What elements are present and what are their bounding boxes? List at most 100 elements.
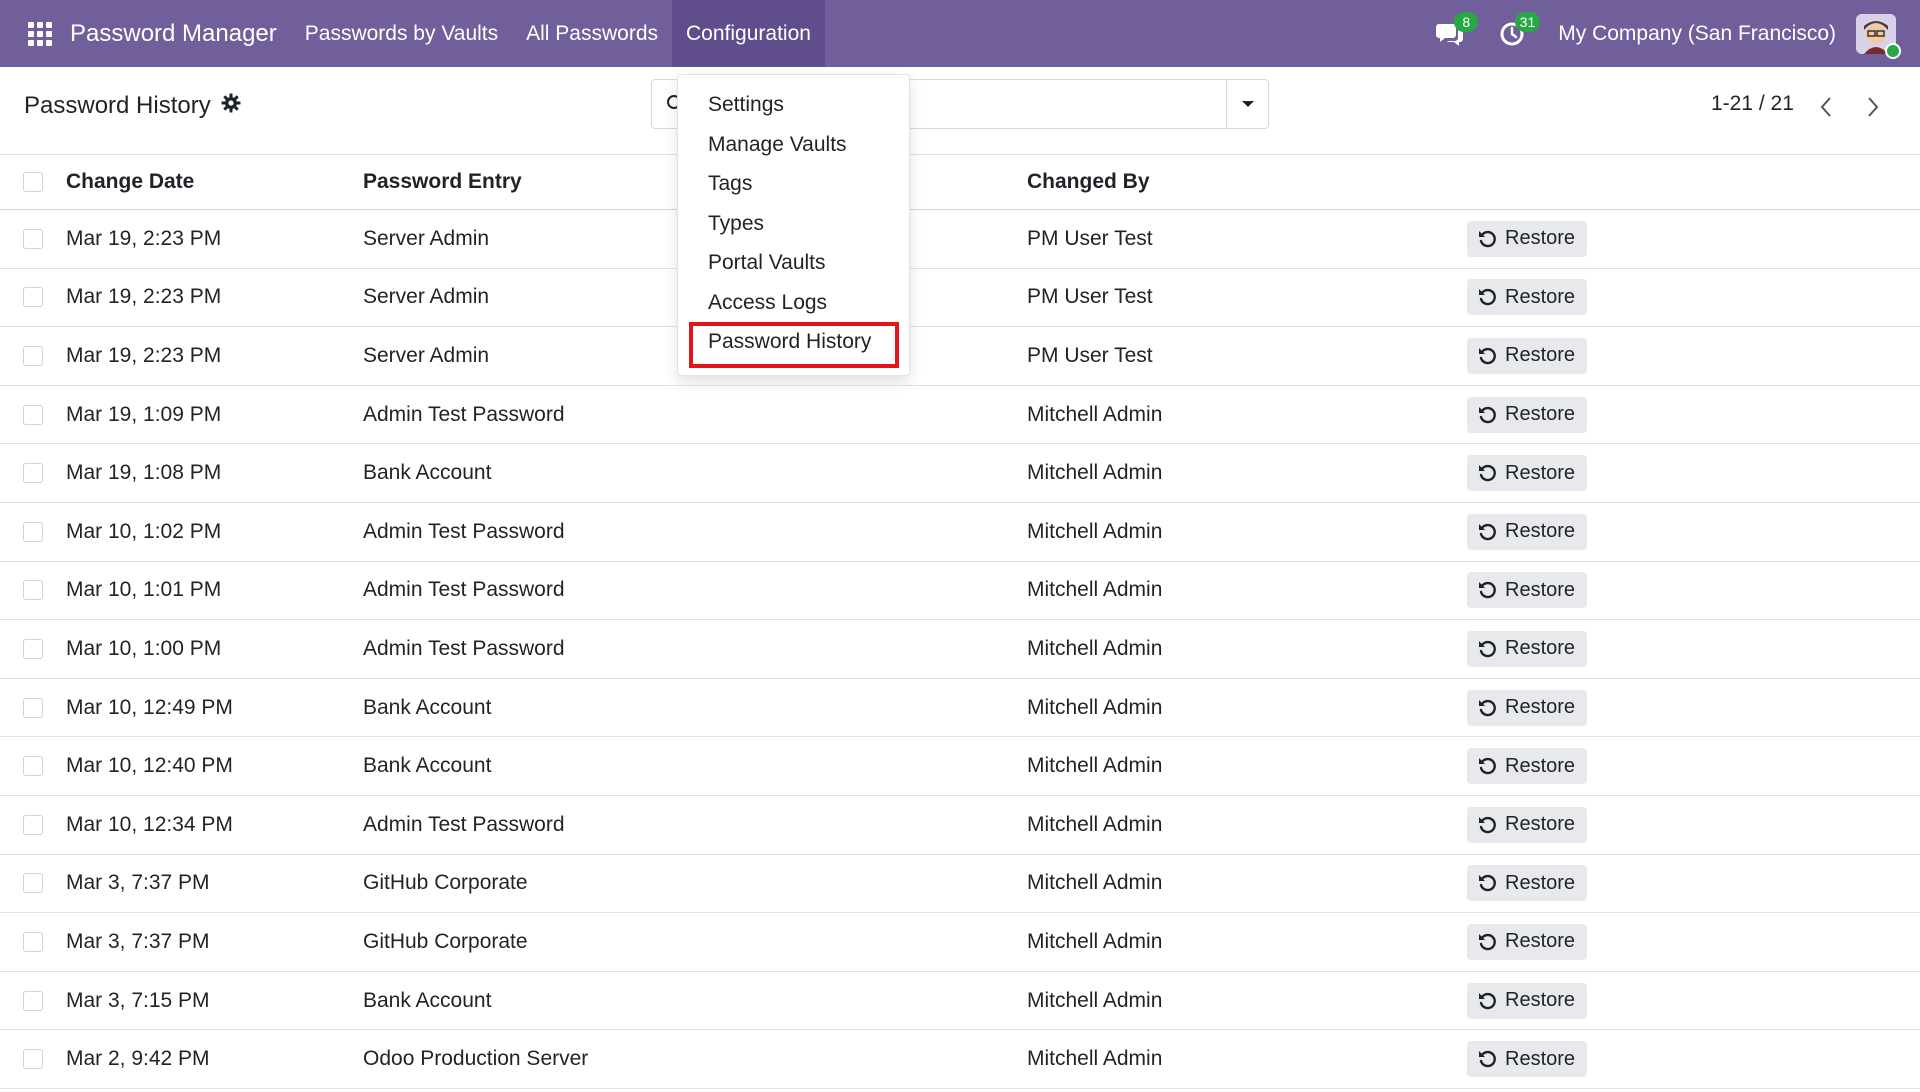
column-header-change-date[interactable]: Change Date [66,155,194,209]
restore-button[interactable]: Restore [1467,923,1588,960]
pager-previous-button[interactable] [1808,89,1844,125]
changed-by-cell: Mitchell Admin [1027,695,1163,719]
restore-icon [1479,816,1496,833]
column-header-password-entry[interactable]: Password Entry [363,155,522,209]
table-row[interactable]: Mar 10, 1:01 PM Admin Test Password Mitc… [0,562,1920,621]
restore-button[interactable]: Restore [1467,982,1588,1019]
changed-by-cell: Mitchell Admin [1027,461,1163,485]
restore-label: Restore [1505,754,1576,777]
table-row[interactable]: Mar 19, 2:23 PM Server Admin PM User Tes… [0,269,1920,328]
page-title: Password History [24,92,211,119]
nav-configuration[interactable]: Configuration [672,0,825,67]
activities-button[interactable]: 31 [1490,11,1541,56]
chevron-left-icon [1820,97,1831,117]
menu-item-tags[interactable]: Tags [708,168,752,200]
password-entry-cell: Bank Account [363,988,492,1012]
select-all-checkbox[interactable] [23,172,43,192]
row-checkbox[interactable] [23,404,43,425]
gear-icon[interactable] [221,92,241,120]
restore-button[interactable]: Restore [1467,865,1588,902]
change-date-cell: Mar 10, 12:49 PM [66,695,233,719]
restore-button[interactable]: Restore [1467,337,1588,374]
restore-button[interactable]: Restore [1467,1041,1588,1078]
password-entry-cell: Bank Account [363,695,492,719]
restore-button[interactable]: Restore [1467,396,1588,433]
table-row[interactable]: Mar 10, 1:02 PM Admin Test Password Mitc… [0,503,1920,562]
restore-button[interactable]: Restore [1467,572,1588,609]
restore-label: Restore [1505,461,1576,484]
changed-by-cell: PM User Test [1027,285,1153,309]
restore-icon [1479,289,1496,306]
restore-button[interactable]: Restore [1467,279,1588,316]
restore-button[interactable]: Restore [1467,513,1588,550]
change-date-cell: Mar 19, 1:08 PM [66,461,222,485]
messages-button[interactable]: 8 [1428,11,1479,56]
row-checkbox[interactable] [23,345,43,366]
table-row[interactable]: Mar 19, 2:23 PM Server Admin PM User Tes… [0,210,1920,269]
pager-value[interactable]: 1-21 / 21 [1711,92,1794,116]
table-row[interactable]: Mar 2, 9:42 PM Odoo Production Server Mi… [0,1030,1920,1089]
restore-label: Restore [1505,578,1576,601]
restore-button[interactable]: Restore [1467,689,1588,726]
password-entry-cell: Admin Test Password [363,636,565,660]
row-checkbox[interactable] [23,873,43,894]
row-checkbox[interactable] [23,287,43,308]
changed-by-cell: Mitchell Admin [1027,578,1163,602]
menu-item-portal-vaults[interactable]: Portal Vaults [708,247,826,279]
row-checkbox[interactable] [23,638,43,659]
password-entry-cell: Admin Test Password [363,402,565,426]
pager-next-button[interactable] [1855,89,1891,125]
user-avatar[interactable] [1856,13,1901,59]
table-row[interactable]: Mar 19, 1:09 PM Admin Test Password Mitc… [0,386,1920,445]
column-header-changed-by[interactable]: Changed By [1027,155,1150,209]
row-checkbox[interactable] [23,463,43,484]
table-row[interactable]: Mar 10, 12:34 PM Admin Test Password Mit… [0,796,1920,855]
table-row[interactable]: Mar 19, 1:08 PM Bank Account Mitchell Ad… [0,444,1920,503]
restore-button[interactable]: Restore [1467,455,1588,492]
search-options-toggle[interactable] [1226,80,1268,128]
row-checkbox[interactable] [23,931,43,952]
row-checkbox[interactable] [23,756,43,777]
restore-button[interactable]: Restore [1467,630,1588,667]
changed-by-cell: PM User Test [1027,226,1153,250]
nav-passwords-by-vaults[interactable]: Passwords by Vaults [291,0,512,67]
apps-grid-icon[interactable] [20,14,60,54]
caret-down-icon [1241,101,1254,107]
changed-by-cell: Mitchell Admin [1027,1047,1163,1071]
nav-all-passwords[interactable]: All Passwords [512,0,672,67]
row-checkbox[interactable] [23,697,43,718]
menu-item-settings[interactable]: Settings [708,89,784,121]
row-checkbox[interactable] [23,228,43,249]
row-checkbox[interactable] [23,814,43,835]
changed-by-cell: Mitchell Admin [1027,812,1163,836]
restore-button[interactable]: Restore [1467,806,1588,843]
menu-item-types[interactable]: Types [708,208,764,240]
table-row[interactable]: Mar 10, 1:00 PM Admin Test Password Mitc… [0,620,1920,679]
row-checkbox[interactable] [23,521,43,542]
menu-item-manage-vaults[interactable]: Manage Vaults [708,129,847,161]
restore-icon [1479,582,1496,599]
restore-label: Restore [1505,403,1576,426]
change-date-cell: Mar 19, 2:23 PM [66,226,222,250]
navbar-systray: 8 31 My Company (San Francisco) [1428,0,1920,67]
app-title[interactable]: Password Manager [70,20,277,48]
row-checkbox[interactable] [23,580,43,601]
table-row[interactable]: Mar 3, 7:15 PM Bank Account Mitchell Adm… [0,972,1920,1031]
password-entry-cell: Admin Test Password [363,578,565,602]
menu-item-access-logs[interactable]: Access Logs [708,287,827,319]
restore-icon [1479,347,1496,365]
table-row[interactable]: Mar 19, 2:23 PM Server Admin PM User Tes… [0,327,1920,386]
table-row[interactable]: Mar 10, 12:49 PM Bank Account Mitchell A… [0,679,1920,738]
table-row[interactable]: Mar 3, 7:37 PM GitHub Corporate Mitchell… [0,913,1920,972]
change-date-cell: Mar 19, 1:09 PM [66,402,222,426]
restore-button[interactable]: Restore [1467,220,1588,257]
company-switcher[interactable]: My Company (San Francisco) [1558,22,1836,46]
table-row[interactable]: Mar 10, 12:40 PM Bank Account Mitchell A… [0,737,1920,796]
row-checkbox[interactable] [23,990,43,1011]
table-row[interactable]: Mar 3, 7:37 PM GitHub Corporate Mitchell… [0,855,1920,914]
change-date-cell: Mar 19, 2:23 PM [66,285,222,309]
restore-icon [1479,406,1496,423]
restore-button[interactable]: Restore [1467,748,1588,785]
change-date-cell: Mar 19, 2:23 PM [66,343,222,367]
row-checkbox[interactable] [23,1049,43,1070]
